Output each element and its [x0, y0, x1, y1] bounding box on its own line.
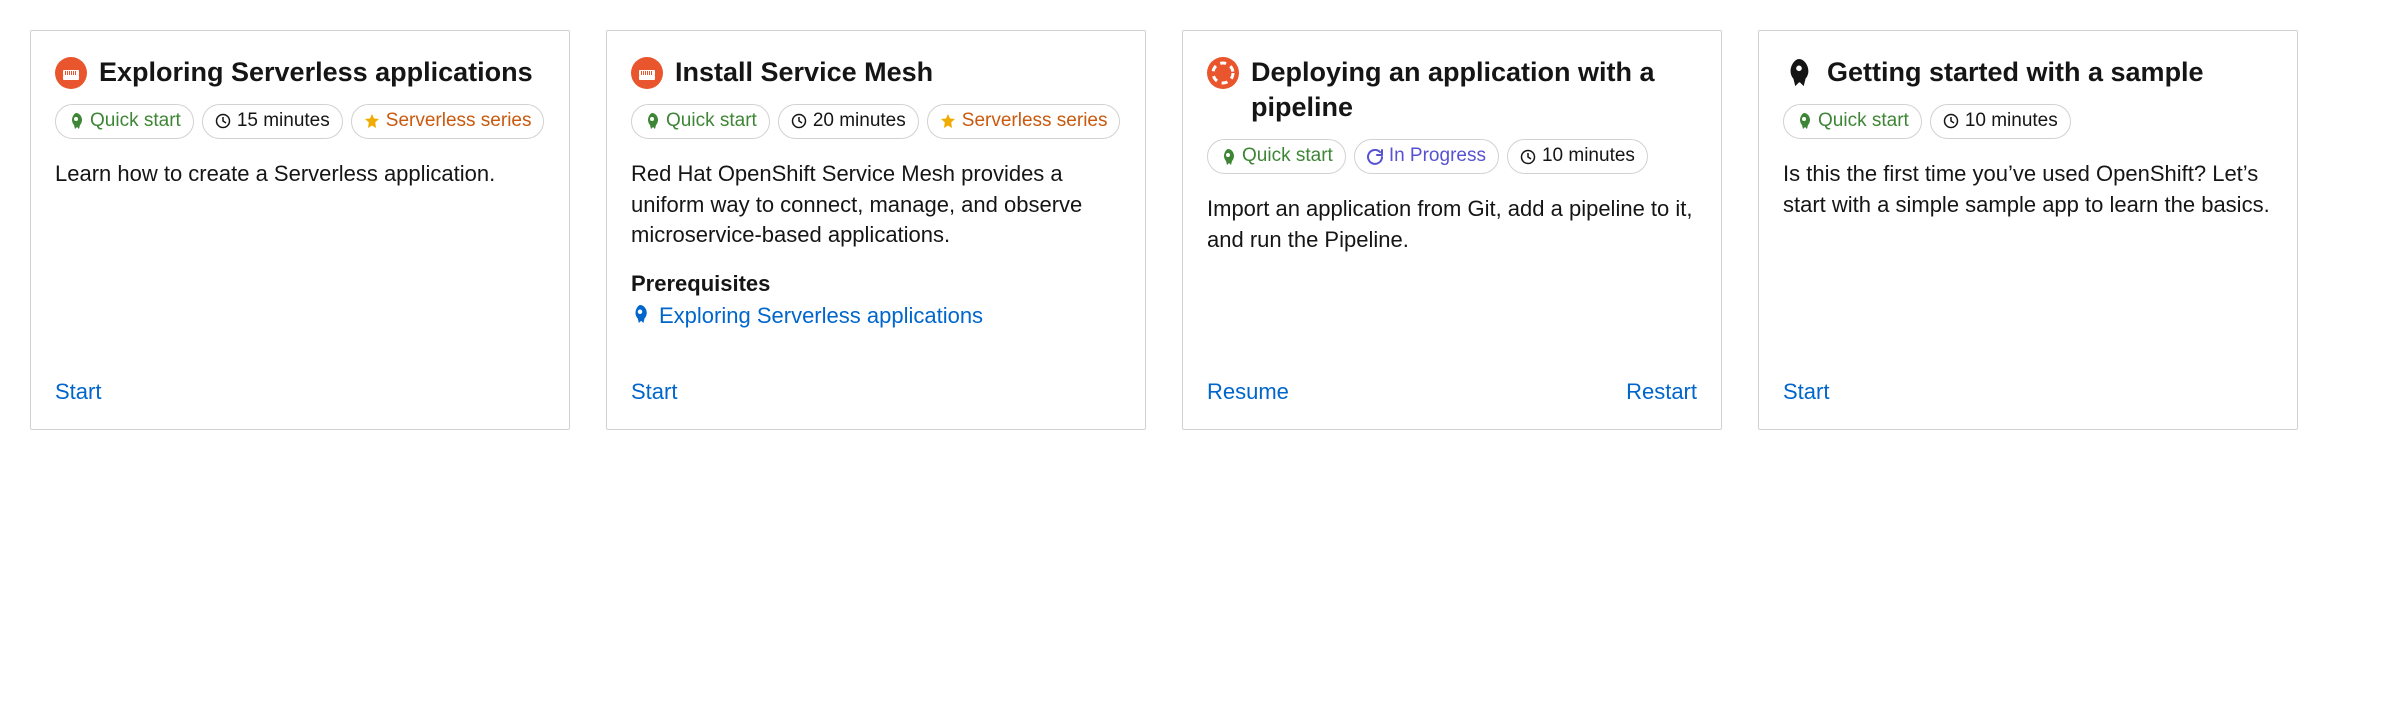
badge-label: Quick start	[90, 109, 181, 134]
card-description: Learn how to create a Serverless applica…	[55, 159, 545, 190]
lifebuoy-icon	[1207, 57, 1239, 89]
badge-duration: 10 minutes	[1930, 104, 2071, 139]
star-icon	[364, 113, 380, 129]
card-header: Deploying an application with a pipeline	[1207, 55, 1697, 125]
badge-duration: 10 minutes	[1507, 139, 1648, 174]
card-description: Import an application from Git, add a pi…	[1207, 194, 1697, 256]
badge-quick-start: Quick start	[1207, 139, 1346, 174]
card-title: Install Service Mesh	[675, 55, 933, 90]
rocket-icon	[1220, 149, 1236, 165]
card-description: Is this the first time you’ve used OpenS…	[1783, 159, 2273, 221]
badge-serverless-series: Serverless series	[927, 104, 1121, 139]
spring-icon	[55, 57, 87, 89]
badge-label: Serverless series	[962, 109, 1108, 134]
rocket-icon	[1796, 113, 1812, 129]
clock-icon	[215, 113, 231, 129]
badge-label: 15 minutes	[237, 109, 330, 134]
card-description: Red Hat OpenShift Service Mesh provides …	[631, 159, 1121, 251]
resume-button[interactable]: Resume	[1207, 379, 1289, 405]
badge-row: Quick start 10 minutes	[1783, 104, 2273, 139]
spring-icon	[631, 57, 663, 89]
badge-in-progress: In Progress	[1354, 139, 1499, 174]
card-header: Exploring Serverless applications	[55, 55, 545, 90]
card-footer: Start	[631, 359, 1121, 405]
card-title: Deploying an application with a pipeline	[1251, 55, 1697, 125]
badge-label: Quick start	[1818, 109, 1909, 134]
card-header: Getting started with a sample	[1783, 55, 2273, 90]
card-footer: Start	[55, 359, 545, 405]
card-deploying-pipeline: Deploying an application with a pipeline…	[1182, 30, 1722, 430]
card-title: Getting started with a sample	[1827, 55, 2204, 90]
badge-quick-start: Quick start	[55, 104, 194, 139]
badge-duration: 15 minutes	[202, 104, 343, 139]
card-footer: Resume Restart	[1207, 359, 1697, 405]
badge-label: 10 minutes	[1965, 109, 2058, 134]
start-button[interactable]: Start	[55, 379, 101, 405]
badge-row: Quick start 20 minutes Serverless series	[631, 104, 1121, 139]
badge-label: In Progress	[1389, 144, 1486, 169]
rocket-icon	[68, 113, 84, 129]
prerequisite-link[interactable]: Exploring Serverless applications	[659, 303, 983, 329]
badge-label: Quick start	[666, 109, 757, 134]
card-header: Install Service Mesh	[631, 55, 1121, 90]
clock-icon	[1943, 113, 1959, 129]
badge-quick-start: Quick start	[1783, 104, 1922, 139]
badge-quick-start: Quick start	[631, 104, 770, 139]
prerequisite-item: Exploring Serverless applications	[631, 303, 1121, 329]
clock-icon	[791, 113, 807, 129]
rocket-icon	[644, 113, 660, 129]
badge-label: 20 minutes	[813, 109, 906, 134]
start-button[interactable]: Start	[631, 379, 677, 405]
card-exploring-serverless: Exploring Serverless applications Quick …	[30, 30, 570, 430]
prerequisites-heading: Prerequisites	[631, 271, 1121, 297]
card-title: Exploring Serverless applications	[99, 55, 533, 90]
card-footer: Start	[1783, 359, 2273, 405]
start-button[interactable]: Start	[1783, 379, 1829, 405]
badge-serverless-series: Serverless series	[351, 104, 545, 139]
badge-row: Quick start 15 minutes Serverless series	[55, 104, 545, 139]
refresh-icon	[1367, 149, 1383, 165]
badge-label: Serverless series	[386, 109, 532, 134]
star-icon	[940, 113, 956, 129]
badge-label: Quick start	[1242, 144, 1333, 169]
card-install-service-mesh: Install Service Mesh Quick start 20 minu…	[606, 30, 1146, 430]
badge-duration: 20 minutes	[778, 104, 919, 139]
restart-button[interactable]: Restart	[1626, 379, 1697, 405]
rocket-icon	[1783, 57, 1815, 89]
card-grid: Exploring Serverless applications Quick …	[30, 30, 2378, 430]
card-getting-started-sample: Getting started with a sample Quick star…	[1758, 30, 2298, 430]
badge-label: 10 minutes	[1542, 144, 1635, 169]
rocket-icon	[631, 303, 649, 329]
clock-icon	[1520, 149, 1536, 165]
badge-row: Quick start In Progress 10 minutes	[1207, 139, 1697, 174]
